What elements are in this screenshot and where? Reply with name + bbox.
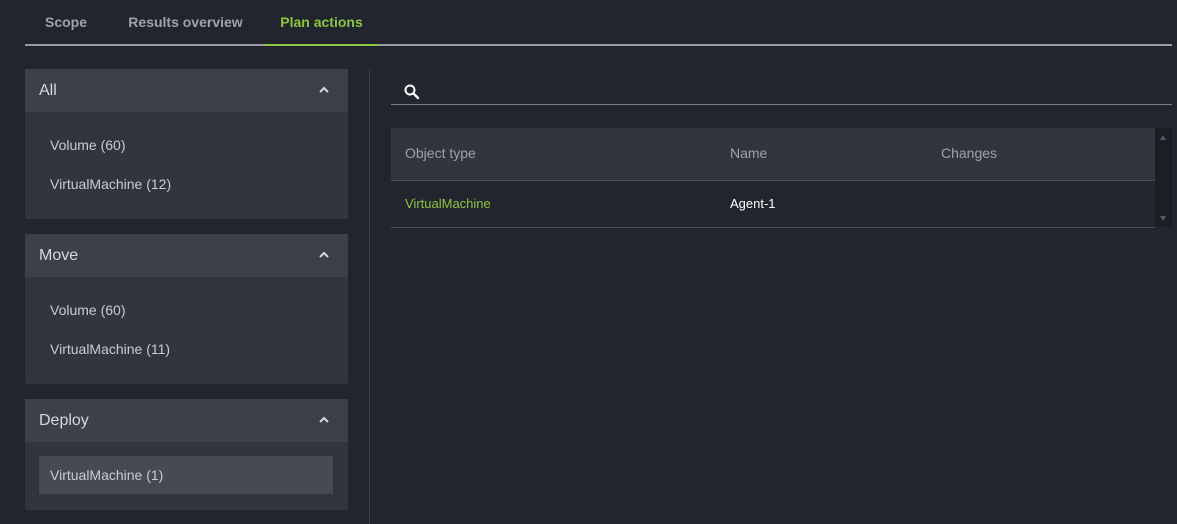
tab-bar: Scope Results overview Plan actions <box>25 0 1172 46</box>
actions-table: Object type Name Changes VirtualMachine … <box>391 128 1155 228</box>
scroll-down-icon[interactable] <box>1160 216 1166 221</box>
panel-header-deploy[interactable]: Deploy <box>25 399 348 442</box>
table-header: Object type Name Changes <box>391 128 1155 181</box>
tab-plan-actions[interactable]: Plan actions <box>265 0 378 46</box>
panel-header-move[interactable]: Move <box>25 234 348 277</box>
table-row[interactable]: VirtualMachine Agent-1 <box>391 181 1155 228</box>
cell-object-type[interactable]: VirtualMachine <box>405 181 491 227</box>
search-bar <box>391 79 1172 105</box>
panel-title: Deploy <box>39 412 89 429</box>
filter-item-volume[interactable]: Volume (60) <box>39 291 333 329</box>
search-input[interactable] <box>429 79 1163 105</box>
column-header-object-type[interactable]: Object type <box>405 128 476 178</box>
chevron-up-icon[interactable] <box>317 413 331 427</box>
filter-item-volume[interactable]: Volume (60) <box>39 126 333 164</box>
search-icon[interactable] <box>403 83 421 101</box>
filter-panel-deploy: Deploy VirtualMachine (1) <box>25 399 348 510</box>
column-header-name[interactable]: Name <box>730 128 767 178</box>
panel-title: Move <box>39 247 79 264</box>
tab-scope[interactable]: Scope <box>25 0 107 46</box>
table-scrollbar[interactable] <box>1155 128 1172 227</box>
column-header-changes[interactable]: Changes <box>941 128 997 178</box>
panel-divider <box>369 69 370 524</box>
panel-title: All <box>39 82 57 99</box>
filter-panel-all: All Volume (60) VirtualMachine (12) <box>25 69 348 219</box>
chevron-up-icon[interactable] <box>317 83 331 97</box>
panel-header-all[interactable]: All <box>25 69 348 112</box>
scroll-up-icon[interactable] <box>1160 135 1166 140</box>
chevron-up-icon[interactable] <box>317 248 331 262</box>
filter-item-virtualmachine[interactable]: VirtualMachine (12) <box>39 165 333 203</box>
tab-results-overview[interactable]: Results overview <box>107 0 264 46</box>
cell-name: Agent-1 <box>730 196 776 211</box>
filter-item-virtualmachine[interactable]: VirtualMachine (1) <box>39 456 333 494</box>
filter-item-virtualmachine[interactable]: VirtualMachine (11) <box>39 330 333 368</box>
filter-panel-move: Move Volume (60) VirtualMachine (11) <box>25 234 348 384</box>
